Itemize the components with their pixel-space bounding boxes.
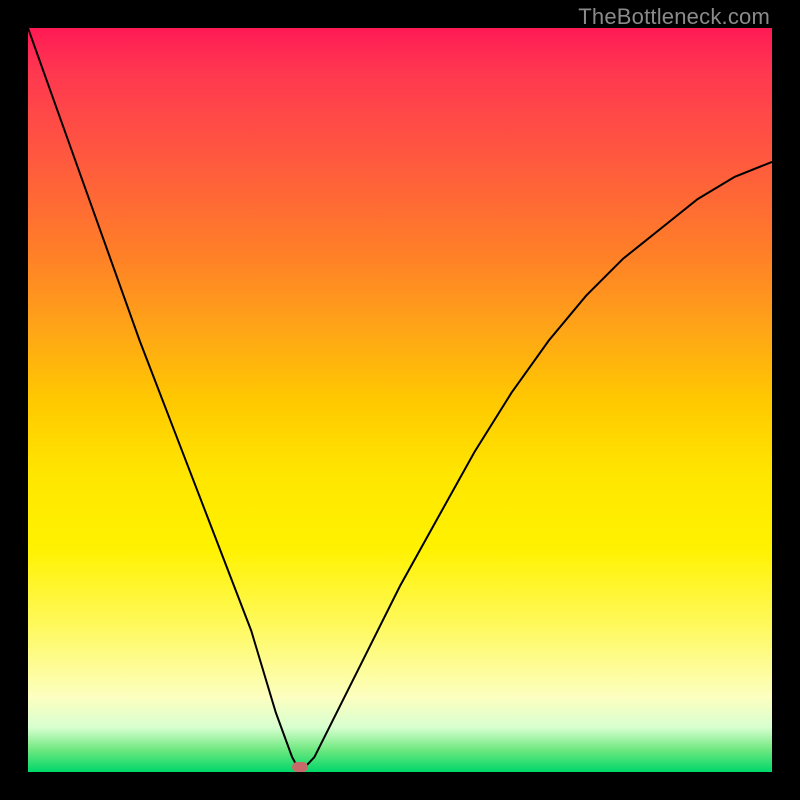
- bottleneck-curve: [28, 28, 772, 772]
- plot-area: [28, 28, 772, 772]
- watermark-text: TheBottleneck.com: [578, 4, 770, 30]
- optimal-point-marker: [292, 762, 308, 772]
- chart-frame: TheBottleneck.com: [0, 0, 800, 800]
